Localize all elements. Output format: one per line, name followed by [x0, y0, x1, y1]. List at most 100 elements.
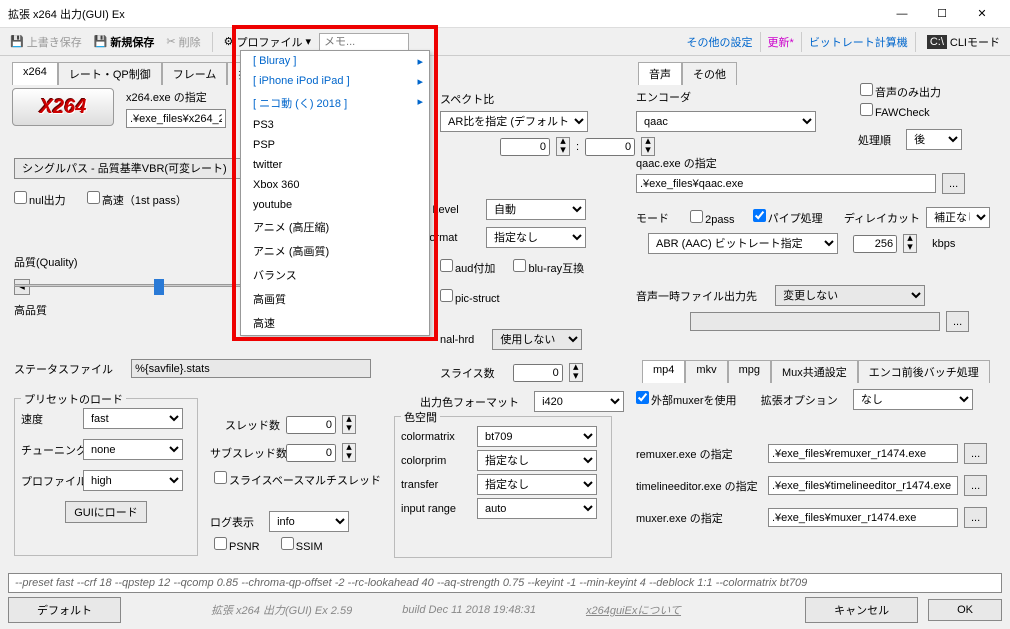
maximize-button[interactable]: ☐ — [922, 2, 962, 26]
tuning-select[interactable]: none — [83, 439, 183, 460]
save-new-button[interactable]: 💾新規保存 — [90, 32, 159, 52]
sar-h-input[interactable] — [585, 138, 635, 156]
memo-input[interactable] — [319, 33, 409, 51]
encoder-select[interactable]: qaac — [636, 111, 816, 132]
profile-dropdown[interactable]: ⚙プロファイル ▾ — [220, 32, 315, 52]
ssim-check[interactable]: SSIM — [281, 537, 323, 553]
twopass-check[interactable]: 2pass — [690, 210, 734, 226]
profile-menu-item[interactable]: twitter — [241, 155, 429, 175]
tab-frame[interactable]: フレーム — [162, 62, 228, 85]
muxer-browse[interactable]: ... — [964, 507, 987, 528]
threads-spin[interactable]: ▴▾ — [342, 415, 356, 434]
tab-batch[interactable]: エンコ前後バッチ処理 — [858, 360, 990, 383]
fawcheck-check[interactable]: FAWCheck — [860, 103, 930, 119]
subthreads-input[interactable] — [286, 444, 336, 462]
update-link[interactable]: 更新* — [768, 34, 794, 50]
aspect-select[interactable]: AR比を指定 (デフォルト) — [440, 111, 588, 132]
profile-menu-item[interactable]: アニメ (高画質) — [241, 239, 429, 263]
proc-order-select[interactable]: 後 — [906, 129, 962, 150]
sar-h-spin[interactable]: ▴▾ — [641, 137, 655, 156]
muxer-input[interactable] — [768, 508, 958, 527]
qaac-exe-input[interactable] — [636, 174, 936, 193]
bitrate-input[interactable] — [853, 235, 897, 253]
slice-mt-check[interactable]: スライスベースマルチスレッド — [214, 471, 381, 488]
cli-mode-button[interactable]: C:\CLIモード — [923, 32, 1004, 52]
bluray-check[interactable]: blu-ray互換 — [513, 259, 584, 276]
timelineeditor-browse[interactable]: ... — [964, 475, 987, 496]
speed-select[interactable]: fast — [83, 408, 183, 429]
ok-button[interactable]: OK — [928, 599, 1002, 621]
ext-muxer-check[interactable]: 外部muxerを使用 — [636, 391, 737, 408]
sar-w-input[interactable] — [500, 138, 550, 156]
delete-button[interactable]: ✂削除 — [162, 32, 204, 52]
videoformat-select[interactable]: 指定なし — [486, 227, 586, 248]
close-button[interactable]: ✕ — [962, 2, 1002, 26]
profile-select[interactable]: high — [83, 470, 183, 491]
tab-mux-common[interactable]: Mux共通設定 — [771, 360, 858, 383]
audio-only-check[interactable]: 音声のみ出力 — [860, 83, 941, 100]
qaac-exe-browse[interactable]: ... — [942, 173, 965, 194]
output-csp-select[interactable]: i420 — [534, 391, 624, 412]
minimize-button[interactable]: — — [882, 2, 922, 26]
tab-mp4[interactable]: mp4 — [642, 360, 685, 383]
pipe-check[interactable]: パイプ処理 — [753, 209, 823, 226]
profile-menu-item[interactable]: 高画質 — [241, 287, 429, 311]
profile-menu-item[interactable]: [ iPhone iPod iPad ]▸ — [241, 71, 429, 91]
psnr-check[interactable]: PSNR — [214, 537, 260, 553]
tab-x264[interactable]: x264 — [12, 62, 58, 85]
statusfile-input[interactable] — [131, 359, 371, 378]
quality-slider-left[interactable]: ◂ — [14, 279, 30, 295]
tab-other[interactable]: その他 — [682, 62, 737, 85]
aud-check[interactable]: aud付加 — [440, 259, 495, 276]
tab-mpg[interactable]: mpg — [728, 360, 771, 383]
transfer-select[interactable]: 指定なし — [477, 474, 597, 495]
temp-out-browse[interactable]: ... — [946, 311, 969, 332]
profile-menu-item[interactable]: [ Bluray ]▸ — [241, 51, 429, 71]
quality-slider-thumb[interactable] — [154, 279, 164, 295]
remuxer-input[interactable] — [768, 444, 958, 463]
temp-out-select[interactable]: 変更しない — [775, 285, 925, 306]
tab-audio[interactable]: 音声 — [638, 62, 682, 85]
timelineeditor-input[interactable] — [768, 476, 958, 495]
aac-mode-select[interactable]: ABR (AAC) ビットレート指定 — [648, 233, 838, 254]
threads-input[interactable] — [286, 416, 336, 434]
h264level-select[interactable]: 自動 — [486, 199, 586, 220]
profile-menu-item[interactable]: バランス — [241, 263, 429, 287]
save-new-icon: 💾 — [94, 35, 108, 48]
profile-menu-item[interactable]: PS3 — [241, 115, 429, 135]
temp-out-path[interactable] — [690, 312, 940, 331]
profile-menu-item[interactable]: PSP — [241, 135, 429, 155]
slices-input[interactable] — [513, 364, 563, 382]
delay-select[interactable]: 補正なし — [926, 207, 990, 228]
colorprim-select[interactable]: 指定なし — [477, 450, 597, 471]
fast-1stpass-check[interactable]: 高速（1st pass） — [87, 191, 187, 208]
save-overwrite-button[interactable]: 💾上書き保存 — [6, 32, 86, 52]
remuxer-browse[interactable]: ... — [964, 443, 987, 464]
nalhrd-select[interactable]: 使用しない — [492, 329, 582, 350]
log-select[interactable]: info — [269, 511, 349, 532]
other-settings-link[interactable]: その他の設定 — [687, 34, 753, 50]
profile-menu-item[interactable]: Xbox 360 — [241, 175, 429, 195]
tab-mkv[interactable]: mkv — [685, 360, 727, 383]
about-link[interactable]: x264guiExについて — [586, 602, 681, 618]
nul-output-check[interactable]: nul出力 — [14, 191, 66, 208]
default-button[interactable]: デフォルト — [8, 597, 121, 623]
ext-opt-select[interactable]: なし — [853, 389, 973, 410]
bitrate-spin[interactable]: ▴▾ — [903, 234, 917, 253]
x264-exe-input[interactable] — [126, 109, 226, 128]
tab-rate-qp[interactable]: レート・QP制御 — [58, 62, 162, 85]
sar-w-spin[interactable]: ▴▾ — [556, 137, 570, 156]
picstruct-check[interactable]: pic-struct — [440, 289, 500, 305]
profile-menu-item[interactable]: [ ニコ動 (く) 2018 ]▸ — [241, 91, 429, 115]
profile-menu-item[interactable]: youtube — [241, 195, 429, 215]
slices-spin[interactable]: ▴▾ — [569, 363, 583, 382]
load-gui-button[interactable]: GUIにロード — [65, 501, 147, 523]
profile-menu-item[interactable]: 高速 — [241, 311, 429, 335]
cmdline-display[interactable] — [8, 573, 1002, 593]
inputrange-select[interactable]: auto — [477, 498, 597, 519]
bitrate-calc-link[interactable]: ビットレート計算機 — [809, 34, 908, 50]
colormatrix-select[interactable]: bt709 — [477, 426, 597, 447]
subthreads-spin[interactable]: ▴▾ — [342, 443, 356, 462]
profile-menu-item[interactable]: アニメ (高圧縮) — [241, 215, 429, 239]
cancel-button[interactable]: キャンセル — [805, 597, 918, 623]
